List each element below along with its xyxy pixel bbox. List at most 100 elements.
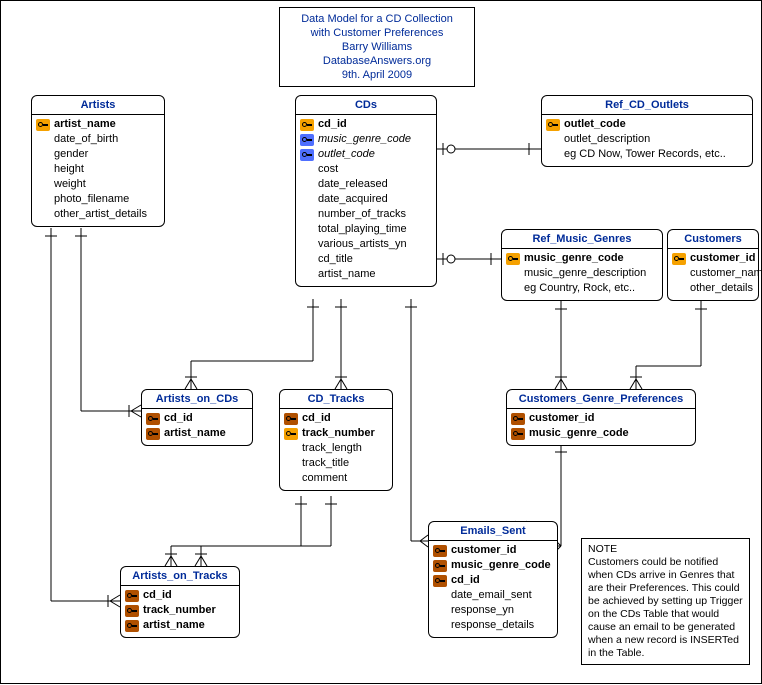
spacer: [36, 149, 50, 161]
field-name: customer_name: [690, 266, 762, 281]
field-name: track_title: [302, 456, 349, 471]
entity-title: CDs: [296, 96, 436, 115]
pk-key-icon: [506, 253, 520, 265]
entity-fields: outlet_codeoutlet_descriptioneg CD Now, …: [542, 115, 752, 166]
field-row: cd_id: [300, 117, 430, 132]
spacer: [300, 209, 314, 221]
field-row: artist_name: [125, 618, 233, 633]
entity-fields: customer_idmusic_genre_code: [507, 409, 695, 445]
title-line: DatabaseAnswers.org: [286, 54, 468, 68]
field-row: date_acquired: [300, 192, 430, 207]
field-name: eg CD Now, Tower Records, etc..: [564, 147, 726, 162]
rel-cds-artistsoncds: [185, 299, 319, 389]
entity-title: CD_Tracks: [280, 390, 392, 409]
field-name: cd_id: [164, 411, 193, 426]
field-name: outlet_code: [564, 117, 626, 132]
field-name: height: [54, 162, 84, 177]
spacer: [300, 239, 314, 251]
pk-key-icon: [284, 428, 298, 440]
spacer: [284, 443, 298, 455]
field-name: track_number: [143, 603, 216, 618]
fk-key-icon: [300, 134, 314, 146]
rel-artists-artistsoncds: [75, 228, 141, 417]
spacer: [36, 209, 50, 221]
field-name: music_genre_code: [318, 132, 411, 147]
field-row: cd_id: [433, 573, 551, 588]
spacer: [433, 620, 447, 632]
entity-emails-sent: Emails_Sentcustomer_idmusic_genre_codecd…: [428, 521, 558, 638]
field-row: cd_id: [284, 411, 386, 426]
entity-title: Ref_CD_Outlets: [542, 96, 752, 115]
rel-genres-custgenre: [555, 301, 567, 389]
pk-key-icon: [36, 119, 50, 131]
rel-cds-genres: [436, 253, 501, 265]
pf-key-icon: [146, 428, 160, 440]
field-row: eg Country, Rock, etc..: [506, 281, 656, 296]
field-row: cd_title: [300, 252, 430, 267]
entity-title: Customers: [668, 230, 758, 249]
pf-key-icon: [125, 620, 139, 632]
field-name: cd_id: [302, 411, 331, 426]
spacer: [300, 254, 314, 266]
field-row: height: [36, 162, 158, 177]
entity-ref-music-genres: Ref_Music_Genresmusic_genre_codemusic_ge…: [501, 229, 663, 301]
entity-title: Artists_on_Tracks: [121, 567, 239, 586]
field-row: cd_id: [125, 588, 233, 603]
field-name: music_genre_code: [524, 251, 624, 266]
note-body: Customers could be notified when CDs arr…: [588, 556, 743, 660]
field-name: gender: [54, 147, 88, 162]
entity-title: Artists_on_CDs: [142, 390, 252, 409]
spacer: [36, 164, 50, 176]
pf-key-icon: [125, 590, 139, 602]
entity-cd-tracks: CD_Trackscd_idtrack_numbertrack_lengthtr…: [279, 389, 393, 491]
spacer: [300, 269, 314, 281]
spacer: [36, 194, 50, 206]
field-name: outlet_code: [318, 147, 375, 162]
spacer: [672, 268, 686, 280]
diagram-note: NOTE Customers could be notified when CD…: [581, 538, 750, 665]
field-row: track_length: [284, 441, 386, 456]
field-row: gender: [36, 147, 158, 162]
spacer: [300, 179, 314, 191]
field-row: various_artists_yn: [300, 237, 430, 252]
field-row: response_details: [433, 618, 551, 633]
field-row: artist_name: [146, 426, 246, 441]
entity-title: Artists: [32, 96, 164, 115]
field-name: comment: [302, 471, 347, 486]
field-name: cd_id: [318, 117, 347, 132]
field-name: cost: [318, 162, 338, 177]
field-row: outlet_description: [546, 132, 746, 147]
field-name: other_artist_details: [54, 207, 147, 222]
field-name: date_acquired: [318, 192, 388, 207]
field-name: artist_name: [54, 117, 116, 132]
field-name: artist_name: [143, 618, 205, 633]
field-name: music_genre_code: [451, 558, 551, 573]
pf-key-icon: [125, 605, 139, 617]
rel-artists-artistsontracks: [45, 228, 120, 607]
pf-key-icon: [511, 428, 525, 440]
entity-fields: cd_idmusic_genre_codeoutlet_codecost date…: [296, 115, 436, 286]
field-name: music_genre_description: [524, 266, 646, 281]
title-line: 9th. April 2009: [286, 68, 468, 82]
field-row: track_number: [125, 603, 233, 618]
field-name: music_genre_code: [529, 426, 629, 441]
entity-artists-on-cds: Artists_on_CDscd_idartist_name: [141, 389, 253, 446]
field-row: music_genre_description: [506, 266, 656, 281]
entity-fields: cd_idartist_name: [142, 409, 252, 445]
field-row: customer_id: [511, 411, 689, 426]
field-row: cd_id: [146, 411, 246, 426]
pk-key-icon: [546, 119, 560, 131]
field-row: music_genre_code: [433, 558, 551, 573]
spacer: [284, 473, 298, 485]
field-name: other_details: [690, 281, 753, 296]
field-name: customer_id: [451, 543, 516, 558]
entity-ref-cd-outlets: Ref_CD_Outletsoutlet_codeoutlet_descript…: [541, 95, 753, 167]
field-row: cost: [300, 162, 430, 177]
entity-fields: cd_idtrack_numbertrack_lengthtrack_title…: [280, 409, 392, 490]
entity-fields: music_genre_codemusic_genre_descriptione…: [502, 249, 662, 300]
field-row: date_email_sent: [433, 588, 551, 603]
entity-cds: CDs cd_idmusic_genre_codeoutlet_codecost d…: [295, 95, 437, 287]
field-name: eg Country, Rock, etc..: [524, 281, 635, 296]
field-name: number_of_tracks: [318, 207, 406, 222]
field-name: track_number: [302, 426, 375, 441]
